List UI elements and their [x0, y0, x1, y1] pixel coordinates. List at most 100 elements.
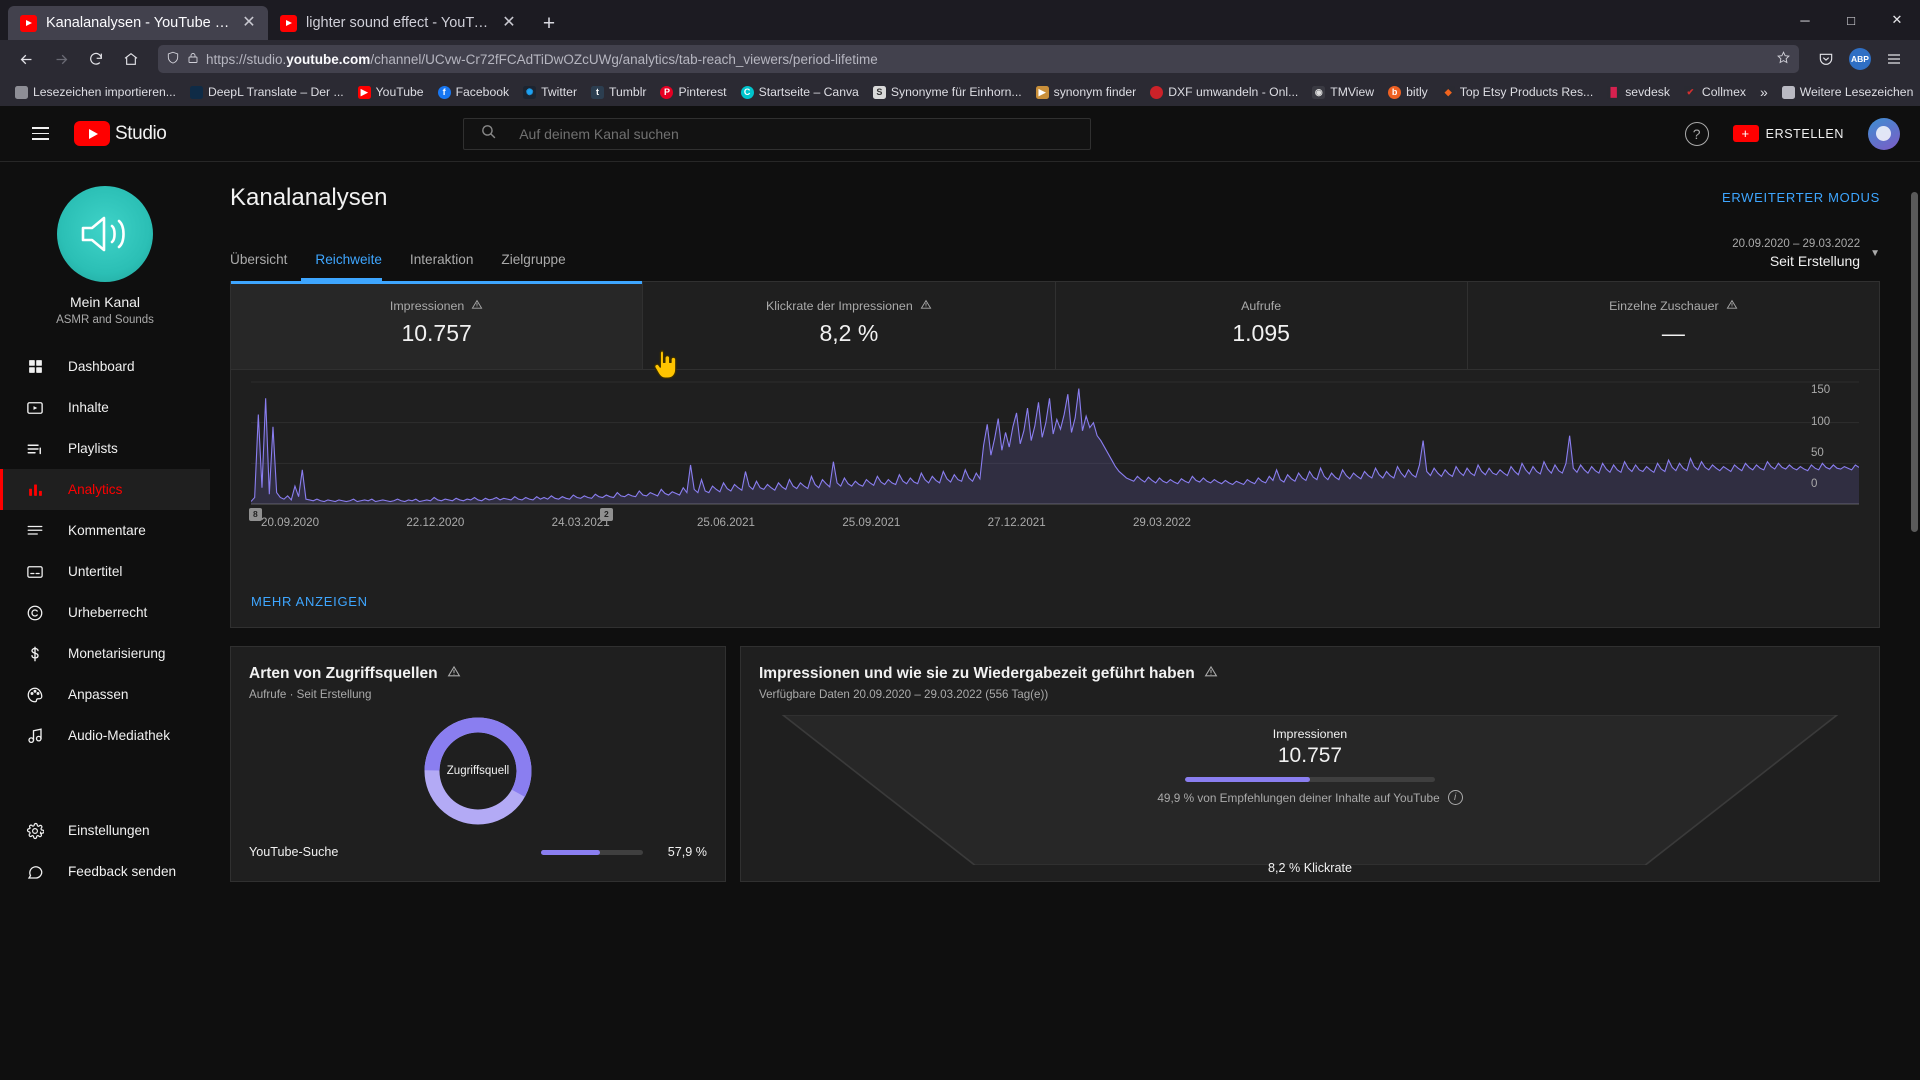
maximize-icon[interactable]: □	[1828, 0, 1874, 40]
chart-area: 150 100 50 0 8 2 20.09.2020 22.12.2020 2…	[231, 380, 1879, 580]
chart-marker[interactable]: 8	[249, 508, 262, 521]
bookmark-item[interactable]: DXF umwandeln - Onl...	[1144, 82, 1304, 102]
other-bookmarks-folder[interactable]: Weitere Lesezeichen	[1776, 82, 1920, 102]
metric-card-einzelne-zuschauer[interactable]: Einzelne Zuschauer —	[1468, 282, 1879, 369]
home-icon[interactable]	[115, 44, 147, 74]
page-scrollbar[interactable]	[1909, 162, 1920, 1080]
bookmark-label: Startseite – Canva	[758, 85, 859, 99]
x-tick-label: 25.09.2021	[842, 516, 901, 529]
bookmark-item[interactable]: Lesezeichen importieren...	[9, 82, 182, 102]
synonyme-icon: S	[872, 85, 886, 99]
new-tab-button[interactable]: +	[532, 8, 566, 40]
account-avatar[interactable]: ABP	[1844, 44, 1876, 74]
sidebar-item-urheberrecht[interactable]: Urheberrecht	[0, 592, 210, 633]
bookmark-item[interactable]: ◆ Top Etsy Products Res...	[1436, 82, 1599, 102]
bookmark-label: Top Etsy Products Res...	[1459, 85, 1594, 99]
bookmark-item[interactable]: ✺ Twitter	[517, 82, 583, 102]
bookmark-item[interactable]: ▶ YouTube	[352, 82, 430, 102]
reload-icon[interactable]	[80, 44, 112, 74]
bookmark-item[interactable]: C Startseite – Canva	[735, 82, 865, 102]
show-more-button[interactable]: MEHR ANZEIGEN	[231, 580, 1879, 627]
browser-tab-1[interactable]: lighter sound effect - YouTube ✕	[268, 6, 528, 40]
help-icon[interactable]: ?	[1684, 121, 1709, 146]
close-icon[interactable]: ✕	[500, 15, 518, 31]
bookmark-item[interactable]: t Tumblr	[585, 82, 652, 102]
bookmark-item[interactable]: S Synonyme für Einhorn...	[867, 82, 1028, 102]
etsy-icon: ◆	[1441, 85, 1455, 99]
sidebar-item-label: Playlists	[68, 441, 118, 456]
bookmarks-overflow-icon[interactable]: »	[1754, 84, 1774, 100]
sidebar-item-audio-mediathek[interactable]: Audio-Mediathek	[0, 715, 210, 756]
legend-label: YouTube-Suche	[249, 845, 339, 859]
sidebar-item-anpassen[interactable]: Anpassen	[0, 674, 210, 715]
sidebar-item-monetarisierung[interactable]: Monetarisierung	[0, 633, 210, 674]
sidebar-item-analytics[interactable]: Analytics	[0, 469, 210, 510]
avatar[interactable]	[1867, 117, 1900, 150]
search-bar[interactable]	[463, 117, 1092, 150]
forward-icon[interactable]	[45, 44, 77, 74]
sidebar-item-kommentare[interactable]: Kommentare	[0, 510, 210, 551]
bookmark-item[interactable]: ▶ synonym finder	[1030, 82, 1143, 102]
metric-card-klickrate[interactable]: Klickrate der Impressionen 8,2 %	[643, 282, 1056, 369]
bookmark-item[interactable]: DeepL Translate – Der ...	[184, 82, 350, 102]
bookmark-item[interactable]: █ sevdesk	[1601, 82, 1676, 102]
metric-card-aufrufe[interactable]: Aufrufe 1.095	[1056, 282, 1468, 369]
bookmark-label: synonym finder	[1053, 85, 1137, 99]
funnel-step-impressionen: Impressionen 10.757 49,9 % von Empfehlun…	[759, 727, 1861, 805]
chart-marker[interactable]: 2	[600, 508, 613, 521]
bookmark-item[interactable]: b bitly	[1382, 82, 1434, 102]
sidebar-item-label: Untertitel	[68, 564, 123, 579]
back-icon[interactable]	[10, 44, 42, 74]
bookmark-item[interactable]: f Facebook	[432, 82, 516, 102]
tab-interaktion[interactable]: Interaktion	[396, 252, 487, 281]
sidebar-item-label: Monetarisierung	[68, 646, 166, 661]
bookmarks-bar: Lesezeichen importieren... DeepL Transla…	[0, 78, 1920, 106]
bookmark-star-icon[interactable]	[1776, 50, 1791, 68]
search-input[interactable]	[519, 125, 1075, 142]
sidebar-item-dashboard[interactable]: Dashboard	[0, 346, 210, 387]
legend-bar	[541, 849, 643, 855]
minimize-icon[interactable]: ─	[1782, 0, 1828, 40]
metric-label-row: Klickrate der Impressionen	[651, 299, 1046, 313]
shield-icon[interactable]	[166, 50, 180, 68]
account-badge: ABP	[1849, 48, 1871, 70]
warning-icon	[447, 665, 461, 683]
metric-label: Klickrate der Impressionen	[766, 299, 913, 313]
metric-card-impressionen[interactable]: Impressionen 10.757	[231, 281, 644, 369]
navigation-bar: https://studio.youtube.com/channel/UCvw-…	[0, 40, 1920, 78]
channel-card[interactable]: Mein Kanal ASMR and Sounds	[0, 180, 210, 346]
sidebar-item-untertitel[interactable]: Untertitel	[0, 551, 210, 592]
tab-uebersicht[interactable]: Übersicht	[230, 252, 301, 281]
app-menu-icon[interactable]	[1878, 44, 1910, 74]
studio-logo[interactable]: Studio	[74, 121, 167, 146]
save-to-pocket-icon[interactable]	[1810, 44, 1842, 74]
tab-reichweite[interactable]: Reichweite	[301, 252, 396, 281]
bookmark-item[interactable]: ◉ TMView	[1306, 82, 1380, 102]
advanced-mode-button[interactable]: ERWEITERTER MODUS	[1722, 184, 1880, 205]
close-icon[interactable]: ✕	[240, 15, 258, 31]
bookmark-item[interactable]: P Pinterest	[654, 82, 732, 102]
menu-icon[interactable]	[20, 114, 60, 154]
warning-icon	[1204, 665, 1218, 683]
date-range-selector[interactable]: 20.09.2020 – 29.03.2022 Seit Erstellung …	[1732, 238, 1880, 281]
chevron-down-icon[interactable]: ▼	[1870, 248, 1880, 259]
url-bar[interactable]: https://studio.youtube.com/channel/UCvw-…	[158, 45, 1799, 73]
y-tick-label: 50	[1811, 447, 1824, 459]
sidebar-item-inhalte[interactable]: Inhalte	[0, 387, 210, 428]
impressions-line-chart[interactable]	[251, 380, 1859, 510]
metric-value: —	[1661, 320, 1685, 346]
metric-label: Aufrufe	[1241, 299, 1282, 313]
studio-header: Studio ? ERSTELLEN	[0, 106, 1920, 162]
tab-zielgruppe[interactable]: Zielgruppe	[487, 252, 579, 281]
browser-tab-0[interactable]: Kanalanalysen - YouTube Studio ✕	[8, 6, 268, 40]
sidebar-item-einstellungen[interactable]: Einstellungen	[0, 810, 210, 851]
create-button[interactable]: ERSTELLEN	[1725, 119, 1852, 148]
tumblr-icon: t	[591, 85, 604, 99]
donut-center-label: Zugriffsquell	[446, 765, 510, 777]
date-range-preset: Seit Erstellung	[1769, 253, 1861, 269]
bookmark-item[interactable]: ✔ Collmex	[1678, 82, 1752, 102]
sidebar-item-playlists[interactable]: Playlists	[0, 428, 210, 469]
info-icon[interactable]: i	[1447, 790, 1463, 805]
sidebar-item-feedback[interactable]: Feedback senden	[0, 851, 210, 892]
close-window-icon[interactable]: ✕	[1874, 0, 1920, 40]
